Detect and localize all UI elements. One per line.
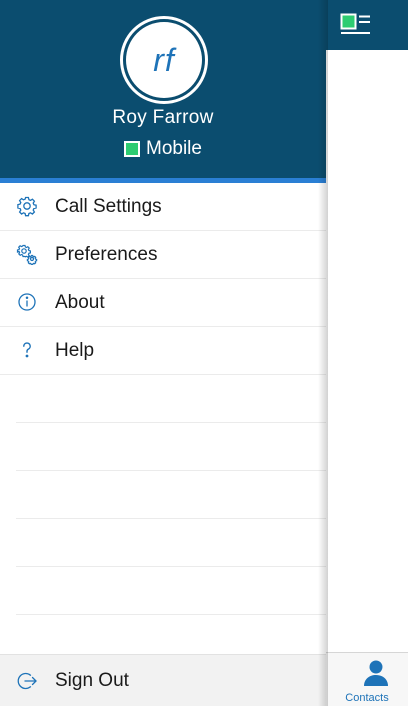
gear-icon: [16, 195, 38, 217]
list-divider: [16, 567, 326, 615]
menu-item-help[interactable]: Help: [0, 327, 326, 375]
presence-status[interactable]: Mobile: [0, 138, 326, 160]
person-icon: [363, 659, 389, 687]
menu-item-call-settings[interactable]: Call Settings: [0, 183, 326, 231]
sign-out-label: Sign Out: [55, 670, 129, 691]
main-content-pane[interactable]: Contacts: [326, 0, 408, 706]
bottom-tab-bar: Contacts: [326, 652, 408, 706]
menu-item-label: About: [55, 291, 105, 313]
avatar-initials: rf: [126, 22, 202, 98]
menu-item-preferences[interactable]: Preferences: [0, 231, 326, 279]
menu-item-label: Help: [55, 339, 95, 361]
presence-indicator-icon: [124, 141, 140, 157]
profile-header: rf Roy Farrow Mobile: [0, 0, 326, 178]
sign-out-button[interactable]: Sign Out: [0, 654, 326, 706]
presence-menu-icon: [340, 13, 370, 34]
gears-icon: [16, 243, 38, 265]
top-bar: [326, 0, 408, 50]
presence-status-label: Mobile: [146, 138, 202, 159]
menu-item-about[interactable]: About: [0, 279, 326, 327]
user-name: Roy Farrow: [112, 107, 214, 128]
menu-item-label: Call Settings: [55, 195, 162, 217]
list-divider: [16, 423, 326, 471]
menu-item-label: Preferences: [55, 243, 158, 265]
question-icon: [16, 339, 38, 361]
drawer-menu: Call Settings Preferences About Help: [0, 183, 326, 375]
navigation-drawer: rf Roy Farrow Mobile Call Settings Prefe…: [0, 0, 326, 706]
presence-menu-toggle[interactable]: [340, 13, 372, 35]
list-divider: [16, 471, 326, 519]
avatar[interactable]: rf: [120, 16, 208, 104]
tab-contacts-label: Contacts: [345, 692, 389, 704]
list-divider: [16, 375, 326, 423]
info-icon: [16, 291, 38, 313]
list-divider: [16, 519, 326, 567]
tab-contacts[interactable]: Contacts: [326, 653, 408, 706]
sign-out-icon: [16, 670, 38, 692]
empty-menu-area: [16, 375, 326, 615]
